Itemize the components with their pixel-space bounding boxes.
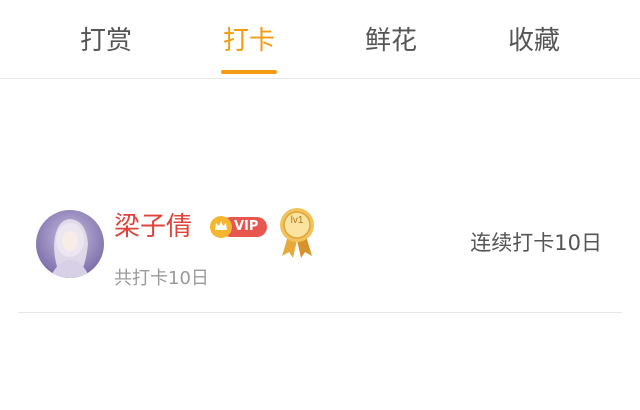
tab-checkin[interactable]: 打卡 — [189, 0, 309, 78]
active-tab-indicator — [221, 70, 277, 74]
vip-badge: VIP — [209, 215, 269, 239]
user-avatar-icon — [36, 210, 104, 278]
tab-checkin-label: 打卡 — [222, 26, 275, 56]
avatar[interactable] — [36, 210, 104, 278]
vip-label: VIP — [234, 219, 259, 234]
tab-flowers[interactable]: 鲜花 — [331, 0, 451, 78]
tab-favorites[interactable]: 收藏 — [474, 0, 594, 78]
level-medal-icon: lv1 — [276, 206, 318, 260]
checkin-page: 打赏 打卡 鲜花 收藏 梁子倩 VIP lv1 共打卡10日 连续打卡10日 — [0, 0, 640, 410]
total-checkins: 共打卡10日 — [114, 268, 209, 289]
tab-favorites-label: 收藏 — [507, 26, 560, 56]
username[interactable]: 梁子倩 — [114, 210, 192, 244]
tab-reward-label: 打赏 — [79, 26, 132, 56]
level-label: lv1 — [290, 215, 304, 226]
tab-bar: 打赏 打卡 鲜花 收藏 — [0, 0, 640, 79]
tab-flowers-label: 鲜花 — [364, 26, 417, 56]
tab-reward[interactable]: 打赏 — [46, 0, 166, 78]
list-item[interactable]: 梁子倩 VIP lv1 共打卡10日 连续打卡10日 — [18, 196, 622, 313]
checkin-streak: 连续打卡10日 — [470, 231, 602, 255]
